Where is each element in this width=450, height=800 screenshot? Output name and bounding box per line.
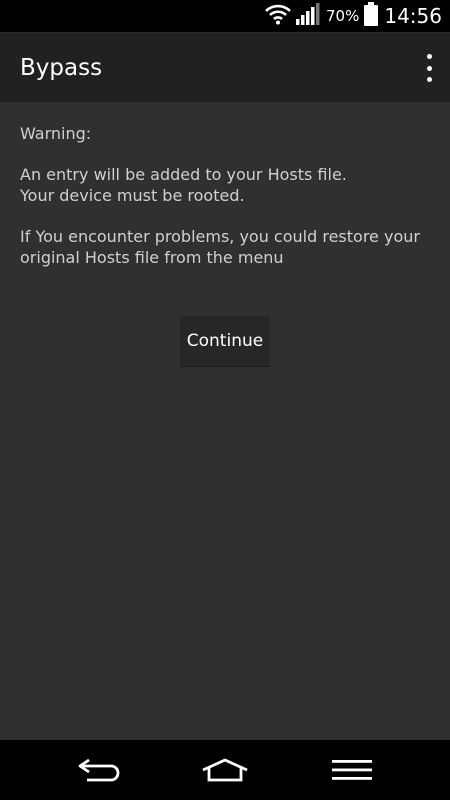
- menu-icon[interactable]: [312, 740, 392, 800]
- signal-icon: [296, 3, 320, 29]
- back-icon[interactable]: [60, 740, 140, 800]
- status-bar: 70% 14:56: [0, 0, 450, 32]
- overflow-menu-icon[interactable]: [420, 54, 438, 82]
- app-title: Bypass: [20, 55, 103, 81]
- wifi-icon: [264, 3, 292, 29]
- continue-button[interactable]: Continue: [180, 316, 270, 367]
- main-content: Warning: An entry will be added to your …: [0, 102, 450, 740]
- problems-text: If You encounter problems, you could res…: [20, 227, 420, 267]
- entry-text: An entry will be added to your Hosts fil…: [20, 165, 347, 184]
- warning-label: Warning:: [20, 124, 92, 143]
- home-icon[interactable]: [185, 740, 265, 800]
- battery-icon: [364, 2, 379, 30]
- battery-percent: 70%: [326, 7, 360, 25]
- rooted-text: Your device must be rooted.: [20, 186, 245, 205]
- status-clock: 14:56: [384, 4, 442, 28]
- action-bar: Bypass: [0, 32, 450, 102]
- status-icons: 70% 14:56: [264, 0, 442, 32]
- navigation-bar: [0, 740, 450, 800]
